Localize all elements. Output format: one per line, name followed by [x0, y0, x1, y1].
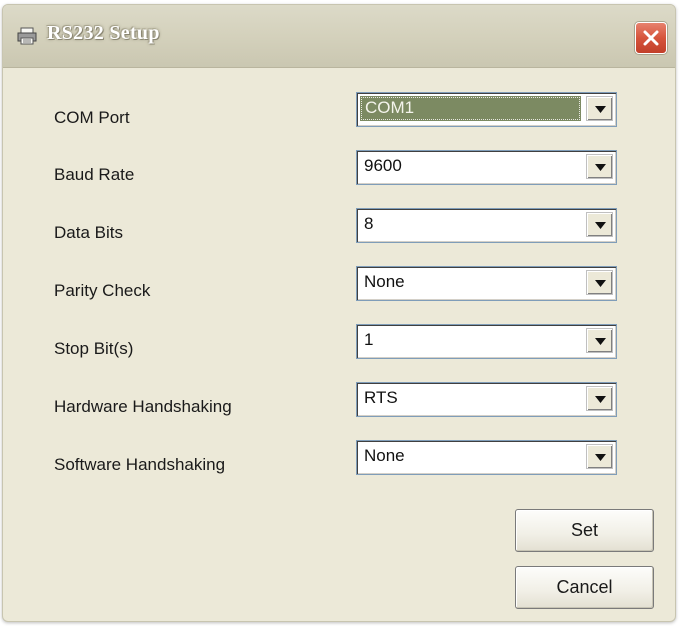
- cancel-button[interactable]: Cancel: [515, 566, 654, 609]
- software-handshaking-select[interactable]: None: [356, 440, 617, 475]
- hardware-handshaking-dropdown-button[interactable]: [586, 386, 613, 411]
- com-port-label: COM Port: [54, 108, 130, 127]
- baud-rate-value: 9600: [364, 156, 402, 175]
- combo-selection-highlight: COM1: [360, 96, 581, 121]
- stop-bits-value: 1: [364, 330, 374, 349]
- com-port-value: COM1: [365, 98, 415, 117]
- stop-bits-dropdown-button[interactable]: [586, 328, 613, 353]
- stop-bits-select[interactable]: 1: [356, 324, 617, 359]
- title-bar[interactable]: RS232 Setup: [3, 5, 675, 68]
- parity-check-dropdown-button[interactable]: [586, 270, 613, 295]
- software-handshaking-label: Software Handshaking: [54, 455, 226, 474]
- com-port-dropdown-button[interactable]: [586, 96, 613, 121]
- stop-bits-label: Stop Bit(s): [54, 339, 134, 358]
- hardware-handshaking-select[interactable]: RTS: [356, 382, 617, 417]
- set-button[interactable]: Set: [515, 509, 654, 552]
- data-bits-dropdown-button[interactable]: [586, 212, 613, 237]
- rs232-setup-dialog: RS232 Setup COM Port COM1 Baud Rate 9600: [2, 4, 676, 622]
- data-bits-value: 8: [364, 214, 374, 233]
- software-handshaking-value: None: [364, 446, 405, 465]
- printer-icon: [17, 27, 37, 45]
- parity-check-value: None: [364, 272, 405, 291]
- data-bits-label: Data Bits: [54, 223, 123, 242]
- close-button[interactable]: [635, 22, 667, 54]
- baud-rate-label: Baud Rate: [54, 165, 135, 184]
- data-bits-select[interactable]: 8: [356, 208, 617, 243]
- baud-rate-select[interactable]: 9600: [356, 150, 617, 185]
- baud-rate-dropdown-button[interactable]: [586, 154, 613, 179]
- software-handshaking-dropdown-button[interactable]: [586, 444, 613, 469]
- hardware-handshaking-value: RTS: [364, 388, 398, 407]
- hardware-handshaking-label: Hardware Handshaking: [54, 397, 232, 416]
- com-port-select[interactable]: COM1: [356, 92, 617, 127]
- window-title: RS232 Setup: [47, 22, 160, 44]
- parity-check-label: Parity Check: [54, 281, 151, 300]
- parity-check-select[interactable]: None: [356, 266, 617, 301]
